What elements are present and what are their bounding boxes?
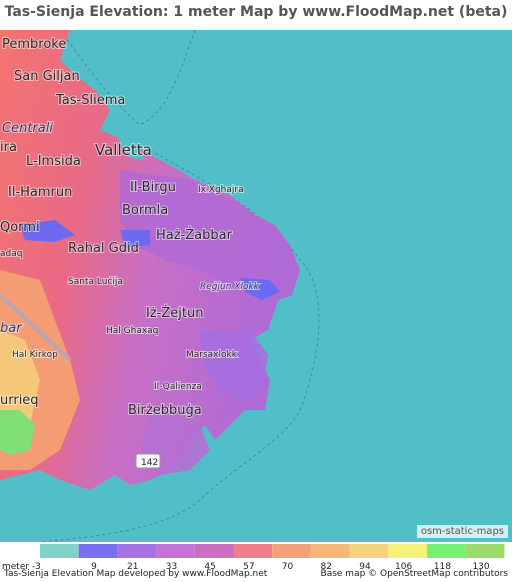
place-santa-lucija: Santa Luċija [68,277,123,287]
place-rahal-gdid: Rahal Gdid [68,241,139,256]
legend-swatch [349,544,389,558]
legend-swatch [388,544,427,558]
place-centrali: Centrali [2,121,53,136]
legend-swatch [194,544,234,558]
footer-credit[interactable]: Tas-Sienja Elevation Map developed by ww… [4,569,267,579]
legend-swatch [427,544,466,558]
place-urrieq: urrieq [0,393,39,408]
place-san-giljan: San Giljan [14,69,80,84]
place-ira: ira [0,140,17,155]
map-attribution[interactable]: osm-static-maps [416,525,508,538]
place-hal-ghaxaq: Hal Ghaxaq [106,326,158,336]
place-valletta: Valletta [95,141,152,159]
place-iz-zejtun: Iż-Żejtun [146,305,203,321]
legend-swatch [310,544,350,558]
legend-swatch [156,544,195,558]
place-tas-sliema: Tas-Sliema [55,93,125,108]
legend-swatch [40,544,79,558]
footer-osm-credit[interactable]: Base map © OpenStreetMap contributors [321,569,508,579]
place-ix-xghajra: Ix-Xghajra [198,185,244,195]
road-number: 142 [141,458,158,468]
place-regjun-xlokk: Reġjun Xlokk [200,282,260,292]
elevation-map[interactable]: Pembroke San Giljan Tas-Sliema Centrali … [0,30,512,542]
place-l-imsida: L-Imsida [26,154,81,169]
place-marsaxlokk: Marsaxlokk [186,350,238,360]
legend-swatch [117,544,157,558]
place-il-hamrun: Il-Hamrun [8,185,72,200]
legend-scale: meter -3921334557708294106118130143 [2,544,512,572]
legend-swatch [78,544,118,558]
page-title: Tas-Sienja Elevation: 1 meter Map by www… [4,4,508,20]
place-birzebbuga: Birżebbuġa [128,403,202,418]
place-qormi: Qormi [0,220,40,235]
place-bar: bar [0,321,23,336]
place-hal-kirkop: Hal Kirkop [12,350,58,360]
place-il-birgu: Il-Birgu [130,180,176,195]
place-il-qalienza: Il-Qalienza [154,382,202,392]
legend-tick-label: 70 [282,562,294,572]
legend-swatch [465,544,505,558]
legend-swatch [233,544,273,558]
place-pembroke: Pembroke [2,37,66,52]
place-adaq: adaq [0,249,22,259]
map-canvas: Pembroke San Giljan Tas-Sliema Centrali … [0,30,512,542]
legend-swatch [272,544,311,558]
header: Tas-Sienja Elevation: 1 meter Map by www… [0,0,512,30]
place-haz-zabbar: Haż-Żabbar [156,227,233,243]
place-bormla: Bormla [122,203,168,218]
